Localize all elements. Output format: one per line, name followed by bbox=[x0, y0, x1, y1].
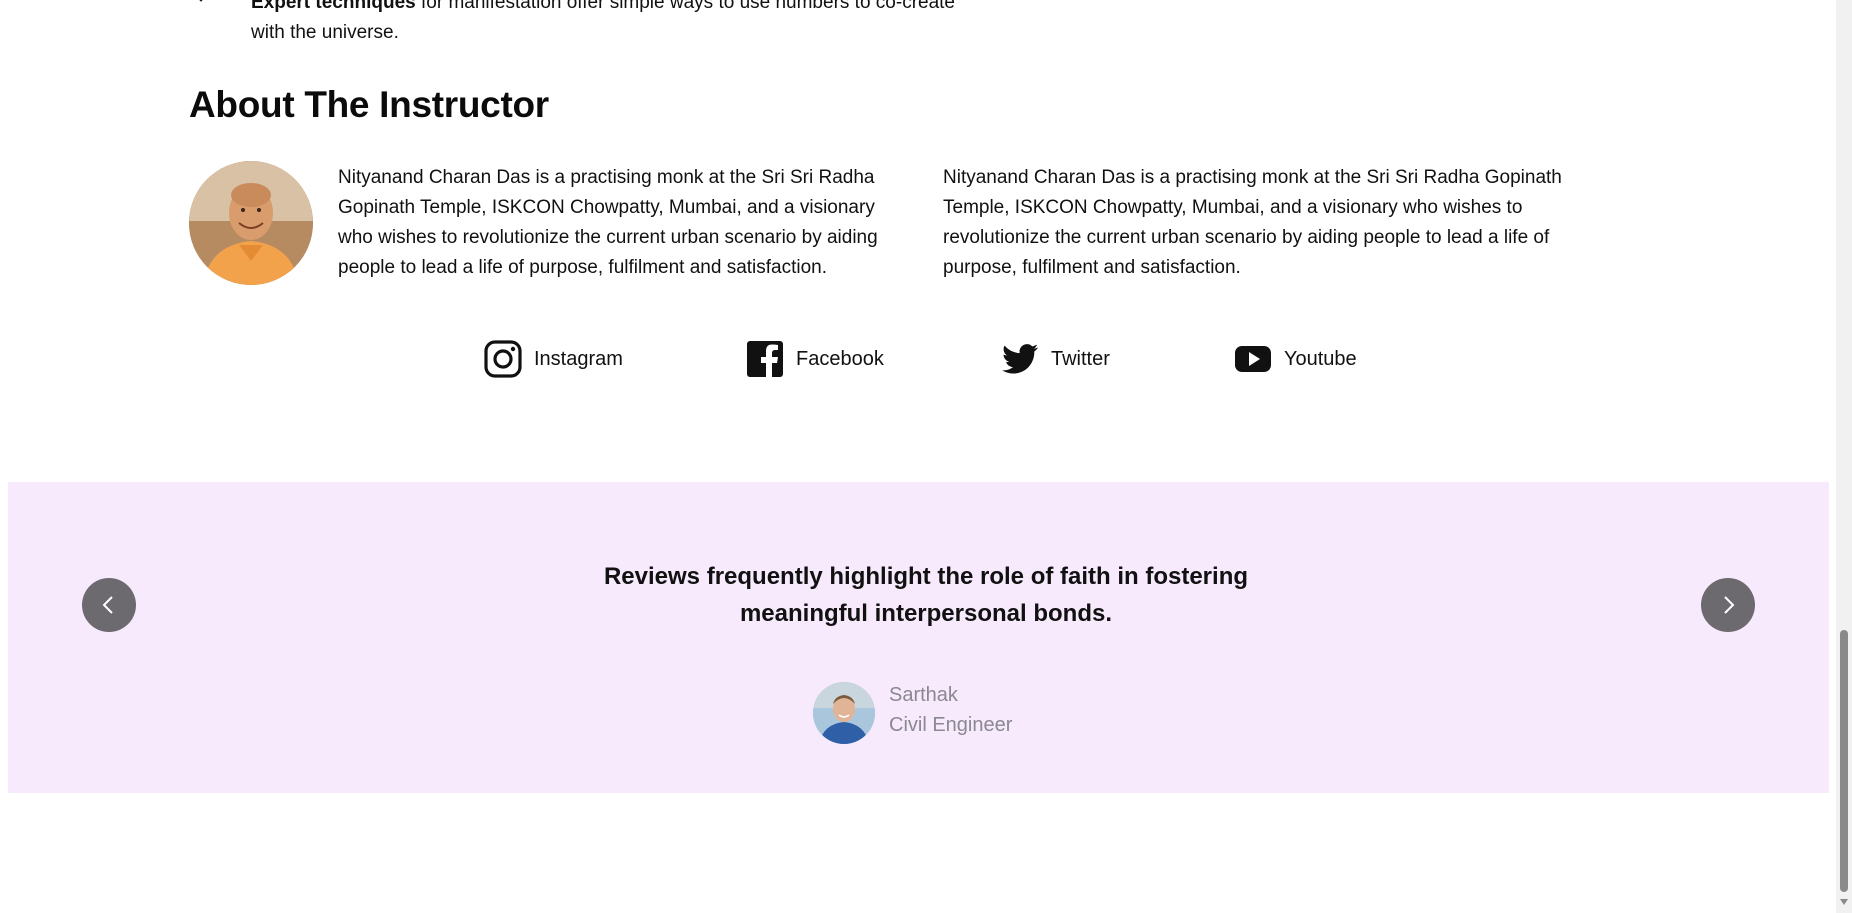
instructor-bio-right: Nityanand Charan Das is a practising mon… bbox=[943, 167, 1562, 278]
scrollbar-thumb[interactable] bbox=[1840, 630, 1848, 892]
social-link-label: Youtube bbox=[1284, 347, 1357, 370]
about-instructor-heading: About The Instructor bbox=[189, 84, 549, 125]
social-link-label: Twitter bbox=[1051, 347, 1110, 370]
reviewer-name: Sarthak bbox=[889, 684, 958, 706]
social-link-instagram[interactable]: Instagram bbox=[484, 339, 623, 379]
vertical-scrollbar[interactable] bbox=[1836, 0, 1852, 913]
twitter-icon bbox=[1002, 344, 1038, 374]
testimonial-section: Reviews frequently highlight the role of… bbox=[8, 482, 1829, 793]
social-link-twitter[interactable]: Twitter bbox=[1001, 339, 1110, 379]
testimonial-quote: Reviews frequently highlight the role of… bbox=[603, 563, 1249, 627]
reviewer-role: Civil Engineer bbox=[889, 714, 1013, 736]
social-link-youtube[interactable]: Youtube bbox=[1234, 339, 1357, 379]
reviewer-avatar bbox=[813, 682, 875, 744]
scroll-down-arrow-icon[interactable] bbox=[1840, 899, 1848, 905]
social-link-label: Instagram bbox=[534, 347, 623, 370]
check-icon bbox=[199, 0, 203, 2]
page-content: Expert techniques for manifestation offe… bbox=[0, 0, 1836, 913]
previous-testimonial-button[interactable] bbox=[82, 578, 136, 632]
next-testimonial-button[interactable] bbox=[1701, 578, 1755, 632]
social-link-label: Facebook bbox=[796, 347, 884, 370]
facebook-icon bbox=[747, 341, 783, 378]
social-link-facebook[interactable]: Facebook bbox=[746, 339, 884, 379]
instagram-icon bbox=[484, 340, 522, 378]
feature-item-text: Expert techniques for manifestation offe… bbox=[251, 0, 971, 48]
feature-item-bold: Expert techniques bbox=[251, 0, 416, 13]
chevron-right-icon bbox=[1724, 596, 1735, 614]
instructor-avatar bbox=[189, 161, 313, 285]
youtube-icon bbox=[1235, 346, 1271, 372]
instructor-bio-left: Nityanand Charan Das is a practising mon… bbox=[338, 167, 878, 278]
chevron-left-icon bbox=[102, 596, 113, 614]
